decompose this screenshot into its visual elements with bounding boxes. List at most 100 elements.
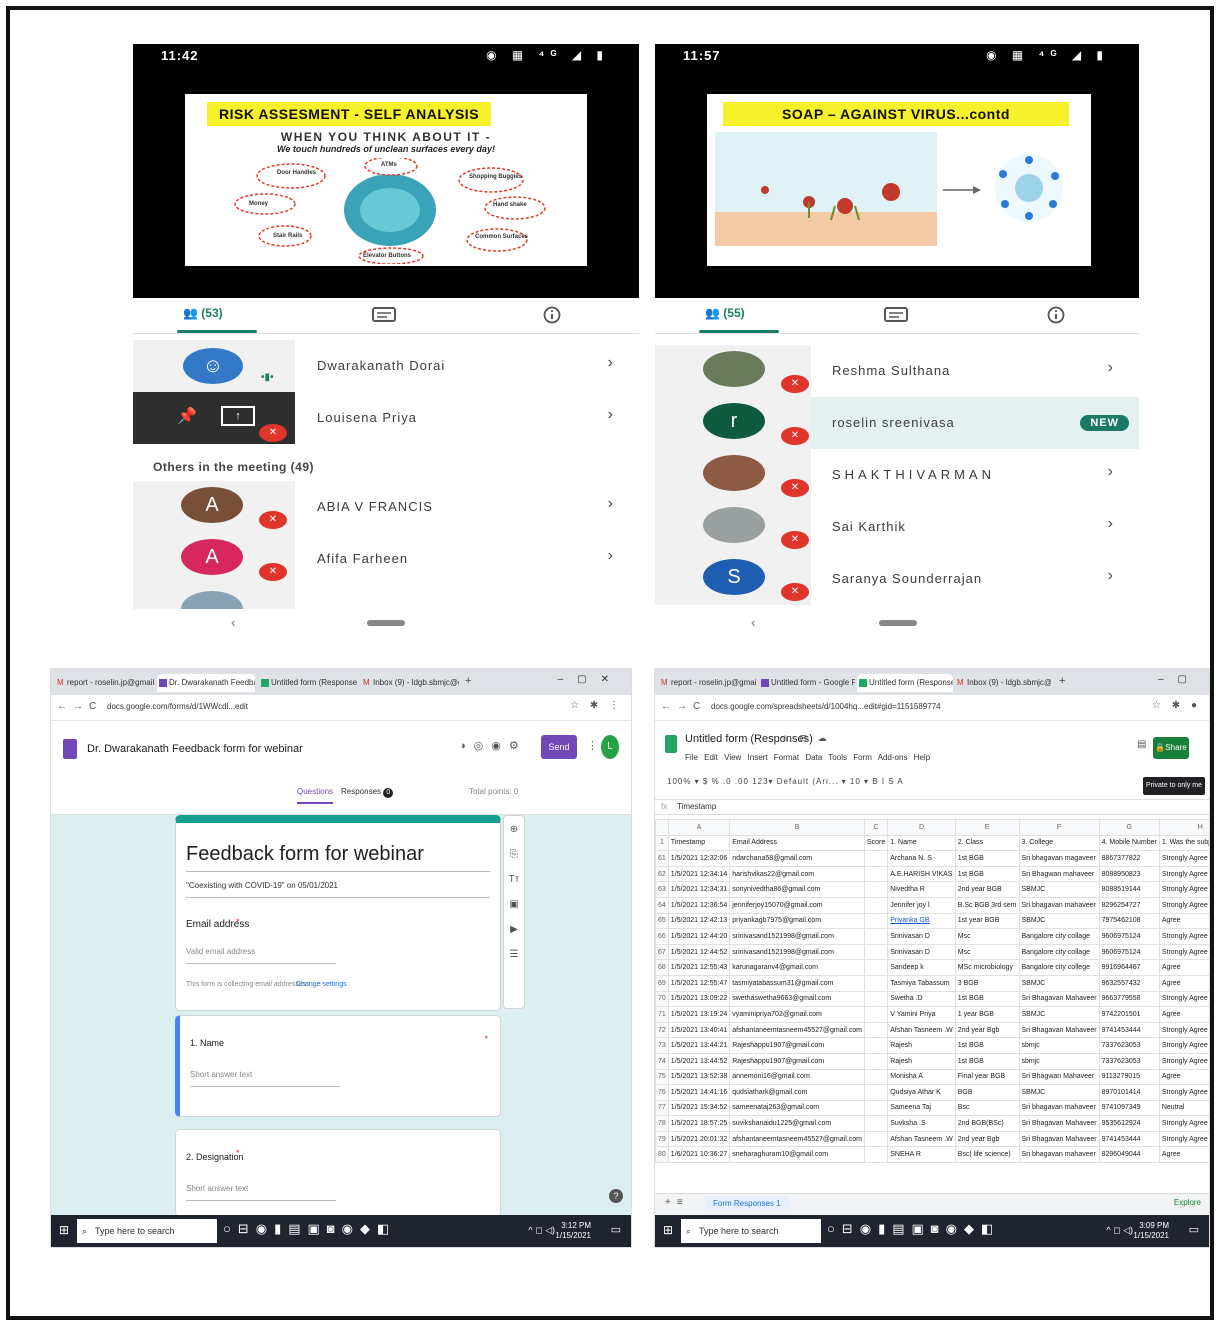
- table-cell[interactable]: 7975462108: [1098, 912, 1160, 930]
- table-cell[interactable]: Sri Bhagwan Mahaveer: [1018, 1068, 1100, 1086]
- table-cell[interactable]: 9916964467: [1098, 959, 1160, 976]
- windows-start-icon[interactable]: ⊞: [59, 1223, 73, 1237]
- back-icon[interactable]: ‹: [751, 614, 756, 630]
- notifications-icon[interactable]: ▭: [1189, 1223, 1199, 1236]
- table-cell[interactable]: Jennifer joy l: [887, 896, 956, 914]
- table-cell[interactable]: [863, 974, 889, 992]
- add-sheet-icon[interactable]: +≡: [665, 1197, 689, 1208]
- table-cell[interactable]: 1/6/2021 10:36:27: [667, 1146, 731, 1164]
- table-cell[interactable]: 3 BGB: [954, 974, 1020, 992]
- table-cell[interactable]: srinivasand1521998@gmail.com: [729, 943, 865, 961]
- row-number[interactable]: 65: [655, 912, 669, 930]
- formula-value[interactable]: Timestamp: [677, 802, 716, 811]
- participant-row[interactable]: r ✕ roselin sreenivasa NEW: [655, 397, 1139, 449]
- table-cell[interactable]: 9741453444: [1098, 1130, 1160, 1148]
- column-header[interactable]: G: [1098, 819, 1160, 836]
- info-icon[interactable]: [539, 306, 565, 324]
- table-cell[interactable]: MSc microbiology: [954, 959, 1020, 976]
- column-header[interactable]: D: [887, 819, 956, 836]
- taskbar-search[interactable]: ⌕ Type here to search: [681, 1219, 821, 1243]
- table-cell[interactable]: 1/5/2021 13:44:21: [667, 1037, 731, 1054]
- browser-tab[interactable]: MInbox (9) - ldgb.sbmjc@gmail.c: [955, 674, 1051, 692]
- help-icon[interactable]: ?: [609, 1189, 623, 1203]
- url-text[interactable]: docs.google.com/spreadsheets/d/1004hq...…: [711, 702, 941, 711]
- row-number[interactable]: 80: [655, 1146, 669, 1164]
- taskbar-apps-icon[interactable]: ○⊟◉▮▤▣◙◉◆◧: [223, 1221, 396, 1237]
- share-button[interactable]: 🔒Share: [1153, 737, 1189, 759]
- table-cell[interactable]: qudsiathark@gmail.com: [729, 1084, 865, 1101]
- window-controls-icon[interactable]: –▢✕: [558, 674, 623, 685]
- table-cell[interactable]: jenniferjoy15070@gmail.com: [729, 896, 865, 914]
- table-cell[interactable]: V Yamini Priya: [887, 1006, 956, 1023]
- table-cell[interactable]: Sri Bhagavan Mahaveer: [1018, 1021, 1100, 1039]
- participant-row[interactable]: ☺ •▮• Dwarakanath Dorai ›: [133, 340, 639, 392]
- more-icon[interactable]: ⋮: [587, 739, 598, 752]
- table-cell[interactable]: afshantaneemtasneem45527@gmail.com: [729, 1130, 865, 1148]
- column-header[interactable]: A: [667, 819, 731, 836]
- table-cell[interactable]: 1st BGB: [954, 850, 1020, 867]
- header-cell[interactable]: 1. Was the subject matte: [1158, 834, 1209, 852]
- table-cell[interactable]: 9606975124: [1098, 943, 1160, 961]
- table-cell[interactable]: 2nd year Bgb: [954, 1130, 1020, 1148]
- add-title-icon[interactable]: Tт: [504, 874, 524, 885]
- table-cell[interactable]: sneharaghuram10@gmail.com: [729, 1146, 865, 1164]
- row-number[interactable]: 78: [655, 1115, 669, 1132]
- header-cell[interactable]: Timestamp: [667, 834, 731, 852]
- table-cell[interactable]: Sri Bhagavan Mahaveer: [1018, 1130, 1100, 1148]
- table-cell[interactable]: Msc: [954, 928, 1020, 945]
- chat-icon[interactable]: [371, 306, 397, 324]
- table-cell[interactable]: [863, 1021, 889, 1039]
- browser-tab[interactable]: Untitled form - Google Forms: [759, 674, 855, 692]
- home-pill[interactable]: [367, 620, 405, 626]
- table-cell[interactable]: [863, 1052, 889, 1070]
- table-cell[interactable]: A.E.HARISH VIKAS: [887, 865, 956, 883]
- table-cell[interactable]: [863, 1068, 889, 1086]
- browser-tab[interactable]: Untitled form (Responses) - Goo: [259, 674, 357, 692]
- tray-icons[interactable]: ^ ◻ ◁): [1106, 1225, 1133, 1236]
- table-cell[interactable]: 8088950823: [1098, 865, 1160, 883]
- url-text[interactable]: docs.google.com/forms/d/1WWcdl...edit: [107, 702, 248, 711]
- row-number[interactable]: 77: [655, 1099, 669, 1117]
- table-cell[interactable]: Strongly Agree: [1158, 1052, 1209, 1070]
- tray-icons[interactable]: ^ ◻ ◁): [528, 1225, 555, 1236]
- table-cell[interactable]: Agree: [1158, 912, 1209, 930]
- table-cell[interactable]: Agree: [1158, 974, 1209, 992]
- row-number[interactable]: 66: [655, 928, 669, 945]
- table-cell[interactable]: BGB: [954, 1084, 1020, 1101]
- sheet-tab-active[interactable]: Form Responses 1: [705, 1197, 789, 1210]
- window-controls-icon[interactable]: –▢: [1158, 674, 1201, 685]
- table-cell[interactable]: [863, 990, 889, 1008]
- row-number[interactable]: 75: [655, 1068, 669, 1086]
- column-header[interactable]: F: [1018, 819, 1100, 836]
- table-cell[interactable]: Bangalore city collage: [1018, 943, 1100, 961]
- table-cell[interactable]: 1 year BGB: [954, 1006, 1020, 1023]
- browser-tab[interactable]: Mreport - roselin.jp@gmail.com: [659, 674, 757, 692]
- explore-button[interactable]: Explore: [1174, 1198, 1201, 1207]
- row-number[interactable]: 71: [655, 1006, 669, 1023]
- table-cell[interactable]: 2nd BGB(BSc): [954, 1115, 1020, 1132]
- table-cell[interactable]: 1/5/2021 12:55:47: [667, 974, 731, 992]
- table-cell[interactable]: SBMJC: [1018, 974, 1100, 992]
- table-cell[interactable]: 1st BGB: [954, 990, 1020, 1008]
- column-header[interactable]: E: [954, 819, 1020, 836]
- taskbar-search[interactable]: ⌕ Type here to search: [77, 1219, 217, 1243]
- table-cell[interactable]: Strongly Agree: [1158, 1021, 1209, 1039]
- table-cell[interactable]: Agree: [1158, 1068, 1209, 1086]
- table-cell[interactable]: sameenataj263@gmail.com: [729, 1099, 865, 1117]
- table-cell[interactable]: [863, 928, 889, 945]
- participant-row[interactable]: ✕ Sai Karthik ›: [655, 501, 1139, 553]
- table-cell[interactable]: Strongly Agree: [1158, 896, 1209, 914]
- form-title[interactable]: Feedback form for webinar: [186, 843, 424, 866]
- table-cell[interactable]: Nivedtha R: [887, 881, 956, 898]
- forms-header-icons[interactable]: ◑◎◉⚙: [459, 739, 527, 752]
- table-cell[interactable]: 1/5/2021 12:32:06: [667, 850, 731, 867]
- table-cell[interactable]: Sri Bhagwan mahaveer: [1018, 865, 1100, 883]
- column-header[interactable]: C: [863, 819, 889, 836]
- table-cell[interactable]: 2nd year BGB: [954, 881, 1020, 898]
- header-cell[interactable]: Score: [863, 834, 889, 852]
- header-cell[interactable]: Email Address: [729, 834, 865, 852]
- table-cell[interactable]: Srinivasan D: [887, 943, 956, 961]
- table-cell[interactable]: Bangalore city collage: [1018, 928, 1100, 945]
- add-video-icon[interactable]: ▶: [504, 924, 524, 935]
- header-cell[interactable]: 3. College: [1018, 834, 1100, 852]
